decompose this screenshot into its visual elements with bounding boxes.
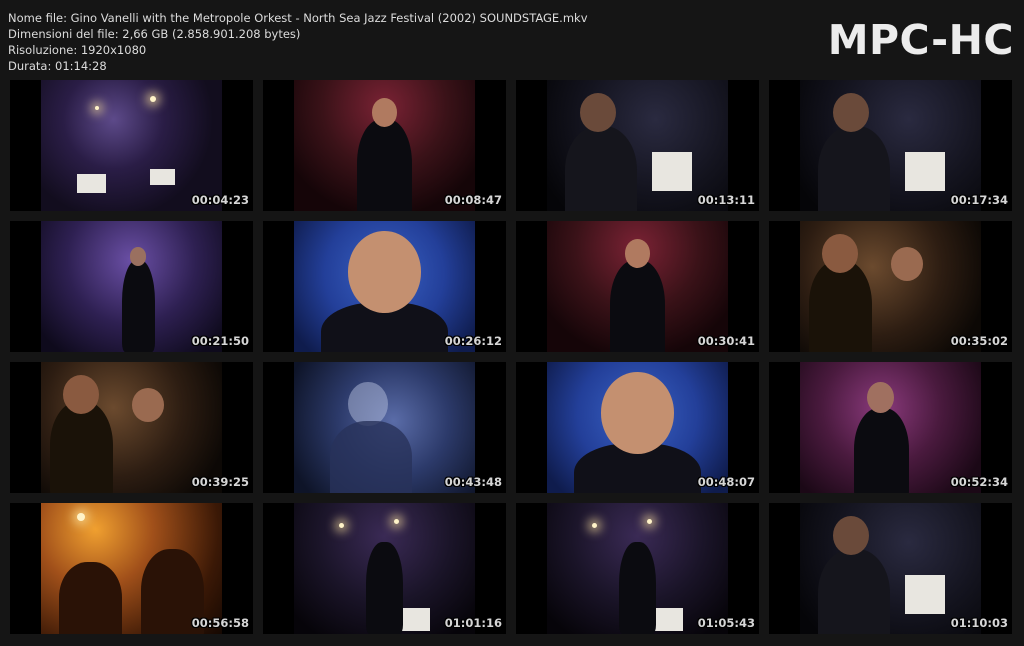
timestamp: 01:05:43 [697,616,755,630]
thumbnail-12: 00:52:34 [769,362,1012,493]
frame-shape [592,522,598,528]
timestamp: 00:48:07 [697,475,755,489]
video-frame [800,362,981,493]
frame-shape [129,247,146,266]
timestamp: 00:43:48 [444,475,502,489]
frame-shape [339,522,345,528]
thumbnail-11: 00:48:07 [516,362,759,493]
frame-shape [904,152,945,192]
thumbnail-7: 00:30:41 [516,221,759,352]
frame-shape [131,388,165,423]
frame-shape [821,234,858,274]
timestamp: 00:39:25 [191,475,249,489]
video-frame [547,503,728,634]
thumbnail-6: 00:26:12 [263,221,506,352]
frame-shape [610,260,665,352]
timestamp: 00:13:11 [697,193,755,207]
thumbnail-grid: 00:04:23 00:08:47 00:13:11 00:17:34 00:21:50… [0,0,1024,646]
thumbnail-3: 00:13:11 [516,80,759,211]
frame-shape [50,401,114,493]
video-frame [294,80,475,211]
frame-shape [832,516,869,556]
frame-shape [818,548,891,634]
thumbnail-16: 01:10:03 [769,503,1012,634]
thumbnail-5: 00:21:50 [10,221,253,352]
video-frame [800,503,981,634]
video-frame [800,221,981,352]
timestamp: 00:56:58 [191,616,249,630]
video-frame [547,221,728,352]
frame-shape [348,231,421,313]
frame-shape [904,575,945,615]
frame-shape [366,542,403,634]
frame-shape [122,260,156,352]
frame-shape [59,561,123,634]
frame-shape [371,98,398,128]
frame-shape [77,174,107,193]
frame-shape [809,260,873,352]
frame-shape [619,542,656,634]
frame-shape [579,93,616,133]
frame-shape [646,518,652,524]
thumbnail-4: 00:17:34 [769,80,1012,211]
frame-shape [601,372,674,454]
thumbnail-15: 01:05:43 [516,503,759,634]
frame-shape [651,152,692,192]
timestamp: 00:30:41 [697,334,755,348]
frame-shape [149,169,175,185]
frame-shape [832,93,869,133]
thumbnail-13: 00:56:58 [10,503,253,634]
frame-shape [357,119,412,211]
timestamp: 00:17:34 [950,193,1008,207]
thumbnail-14: 01:01:16 [263,503,506,634]
video-frame [294,362,475,493]
frame-shape [866,381,895,414]
video-frame [41,80,222,211]
frame-shape [149,95,156,102]
timestamp: 00:26:12 [444,334,502,348]
frame-shape [348,381,389,427]
thumbnail-9: 00:39:25 [10,362,253,493]
video-frame [547,80,728,211]
timestamp: 01:01:16 [444,616,502,630]
video-frame [41,362,222,493]
frame-shape [62,375,99,415]
frame-shape [890,247,924,282]
timestamp: 00:52:34 [950,475,1008,489]
thumbnail-10: 00:43:48 [263,362,506,493]
timestamp: 00:21:50 [191,334,249,348]
timestamp: 00:04:23 [191,193,249,207]
frame-shape [565,125,638,211]
video-frame [294,503,475,634]
timestamp: 01:10:03 [950,616,1008,630]
thumbnail-8: 00:35:02 [769,221,1012,352]
timestamp: 00:35:02 [950,334,1008,348]
frame-shape [330,420,412,493]
frame-shape [393,518,399,524]
frame-shape [95,106,100,111]
frame-shape [624,239,651,269]
frame-shape [818,125,891,211]
thumbnail-2: 00:08:47 [263,80,506,211]
video-frame [41,503,222,634]
frame-shape [77,513,86,522]
video-frame [800,80,981,211]
video-frame [41,221,222,352]
timestamp: 00:08:47 [444,193,502,207]
thumbnail-1: 00:04:23 [10,80,253,211]
video-frame [294,221,475,352]
video-frame [547,362,728,493]
frame-shape [854,407,909,493]
